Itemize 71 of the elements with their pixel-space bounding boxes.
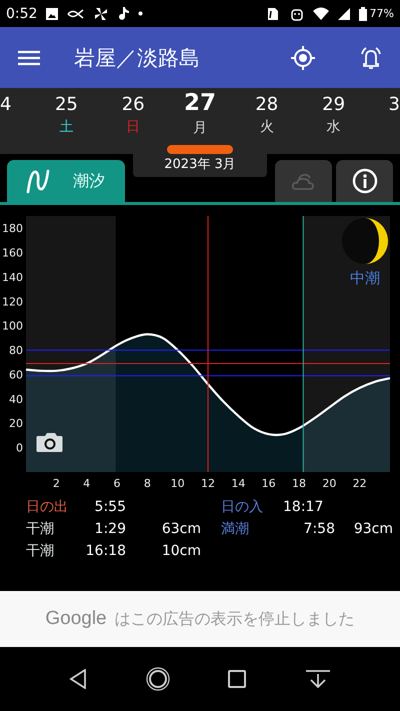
status-time: 0:52: [6, 6, 38, 22]
robot-icon: [290, 6, 304, 20]
date-item[interactable]: 4: [0, 88, 33, 154]
tide-height: 10cm: [160, 543, 201, 559]
date-item[interactable]: 26 日: [100, 88, 167, 154]
home-icon[interactable]: [146, 667, 170, 691]
sunrise-time: 5:55: [94, 499, 126, 515]
date-item[interactable]: 25 土: [33, 88, 100, 154]
low-tide-label: 干潮: [26, 542, 55, 560]
x-tick-label: 10: [170, 477, 185, 490]
y-tick-label: 100: [2, 320, 23, 333]
wave-icon: [25, 168, 51, 194]
dot-icon: [138, 11, 144, 16]
info-icon: [352, 168, 378, 194]
tide-height: 63cm: [160, 521, 201, 537]
ad-message: はこの広告の表示を停止しました: [114, 608, 355, 630]
moon-icon: [342, 218, 388, 264]
tide-time: 16:18: [84, 543, 126, 559]
x-tick-label: 18: [292, 477, 306, 490]
recents-icon[interactable]: [228, 670, 246, 688]
x-tick-label: 16: [262, 477, 276, 490]
app-title: 岩屋／淡路島: [74, 44, 201, 72]
y-tick-label: 120: [2, 295, 23, 308]
x-tick-label: 8: [144, 477, 151, 490]
y-tick-label: 60: [9, 368, 23, 382]
tide-tab[interactable]: 潮汐: [7, 160, 125, 202]
camera-icon[interactable]: [36, 433, 62, 452]
pinwheel-icon: [94, 6, 108, 20]
sunset-label: 日の入: [221, 498, 264, 516]
fish-icon: [67, 8, 86, 18]
date-item[interactable]: 29 水: [300, 88, 367, 154]
y-tick-label: 80: [9, 344, 23, 358]
month-label: 2023年 3月: [133, 154, 267, 177]
info-tab[interactable]: [336, 160, 393, 202]
y-tick-label: 140: [2, 270, 23, 284]
x-tick-label: 4: [83, 477, 90, 490]
date-item[interactable]: 27 月: [166, 88, 234, 154]
wifi-icon: [312, 7, 329, 20]
x-tick-label: 20: [322, 477, 336, 490]
target-icon: [290, 44, 316, 70]
y-tick-label: 180: [2, 222, 23, 236]
x-tick-label: 12: [201, 477, 215, 490]
y-tick-label: 20: [9, 417, 23, 430]
y-tick-label: 0: [16, 442, 23, 455]
sim-card-icon: [266, 6, 281, 20]
x-tick-label: 2: [52, 477, 60, 490]
tide-time: 7:58: [302, 521, 335, 537]
signal-icon: [338, 8, 350, 20]
sunrise-label: 日の出: [26, 498, 69, 516]
y-tick-label: 40: [9, 392, 23, 406]
date-item[interactable]: 28 火: [233, 88, 300, 154]
x-tick-label: 6: [114, 477, 120, 490]
download-icon[interactable]: [304, 670, 331, 688]
high-tide-label: 満潮: [221, 520, 250, 538]
ad-brand: Google: [45, 608, 107, 630]
battery-icon: [358, 6, 367, 20]
x-tick-label: 22: [352, 477, 367, 490]
moon-phase-label: 中潮: [350, 269, 380, 287]
low-tide-label: 干潮: [26, 520, 55, 538]
battery-level: 77%: [370, 7, 394, 20]
date-item[interactable]: 3: [366, 88, 400, 154]
back-icon[interactable]: [69, 669, 88, 689]
tide-time: 1:29: [94, 521, 126, 537]
y-tick-label: 160: [2, 246, 23, 260]
menu-icon: [18, 50, 40, 66]
tide-height: 93cm: [352, 521, 393, 537]
bell-icon: [358, 44, 384, 70]
music-note-icon: [117, 6, 130, 20]
image-icon: [46, 8, 58, 20]
x-tick-label: 14: [231, 477, 246, 490]
sunset-time: 18:17: [283, 499, 324, 515]
